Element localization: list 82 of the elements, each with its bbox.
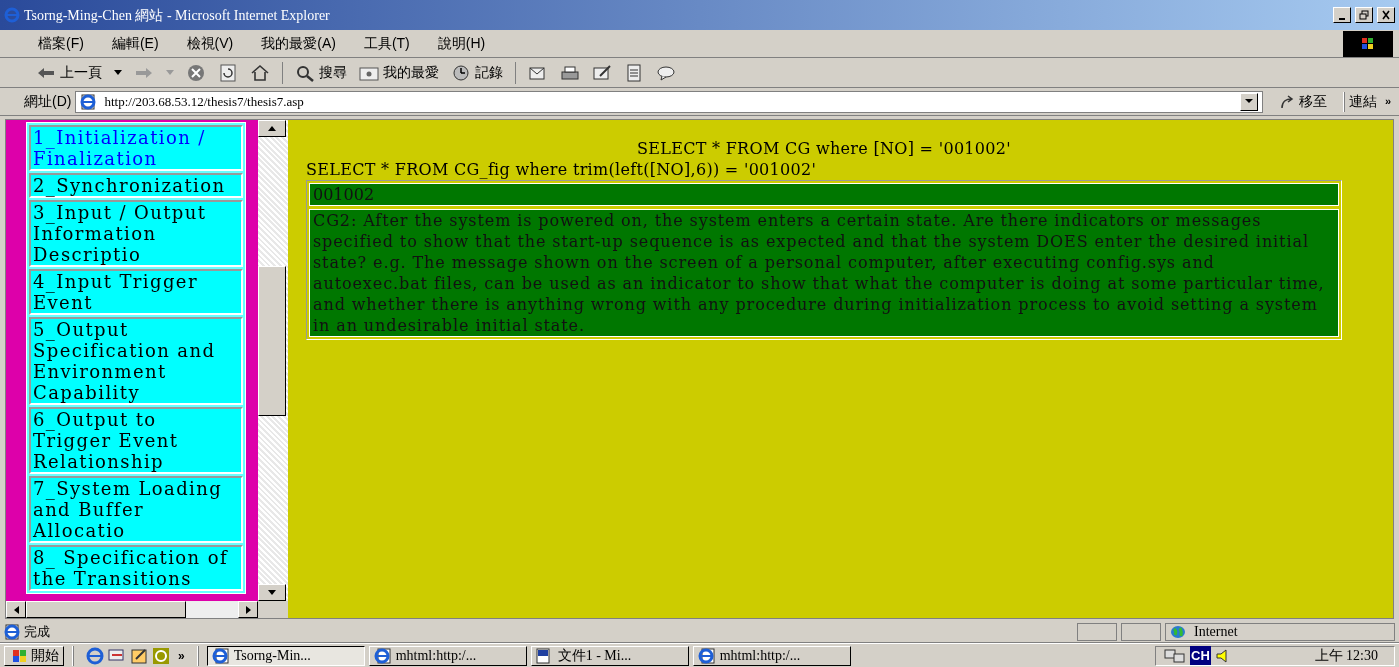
sidebar-link[interactable]: 5_Output Specification and Environment Capability — [29, 317, 243, 405]
close-button[interactable] — [1377, 7, 1395, 23]
table-cell: 001002 — [309, 183, 1339, 206]
ie-page-icon — [211, 647, 230, 664]
sidebar-link[interactable]: 1_Initialization / Finalization — [29, 125, 243, 171]
dropdown-caret-icon[interactable] — [114, 69, 122, 76]
taskbar-button[interactable]: Tsorng-Min... — [206, 645, 365, 666]
refresh-button[interactable] — [218, 63, 238, 82]
menu-item[interactable]: 檔案(F) — [38, 33, 84, 54]
language-indicator[interactable]: CH — [1190, 645, 1211, 666]
address-label: 網址(D) — [24, 92, 72, 111]
curved-arrow-icon — [1278, 94, 1295, 109]
restore-icon — [1359, 10, 1369, 20]
sidebar-link[interactable]: 8_ Specification of the Transitions — [29, 545, 243, 591]
ie-page-icon — [697, 647, 716, 664]
window-title: Tsorng-Ming-Chen 網站 - Microsoft Internet Explorer — [24, 6, 331, 25]
more-links-button[interactable]: » — [1384, 93, 1399, 110]
sql-query: SELECT * FROM CG where [NO] = '001002' — [636, 138, 1012, 159]
menu-item[interactable]: 說明(H) — [437, 33, 486, 54]
ie-page-icon — [373, 647, 392, 664]
printer-icon — [560, 63, 580, 82]
dropdown-button[interactable] — [1239, 92, 1258, 111]
search-button[interactable]: 搜尋 — [295, 62, 347, 83]
stop-icon — [186, 63, 206, 82]
zone-text: Internet — [1194, 623, 1238, 641]
favorites-button[interactable]: 我的最愛 — [359, 62, 439, 83]
links-label[interactable]: 連結 — [1348, 91, 1381, 112]
scrollbar-corner — [258, 601, 288, 618]
horizontal-scrollbar[interactable] — [6, 601, 288, 618]
address-field[interactable]: http://203.68.53.12/thesis7/thesis7.asp — [75, 90, 1263, 113]
sidebar-link[interactable]: 2_Synchronization — [29, 173, 243, 198]
network-computers-icon[interactable] — [1164, 647, 1186, 664]
vertical-scrollbar[interactable] — [258, 120, 288, 601]
scroll-down-icon[interactable] — [268, 590, 276, 595]
edit-icon — [592, 63, 612, 82]
menu-item[interactable]: 工具(T) — [363, 33, 410, 54]
sql-query: SELECT * FROM CG_fig where trim(left([NO],6)) = '001002' — [306, 159, 818, 180]
minimize-icon — [1339, 17, 1345, 20]
notepad-icon[interactable] — [130, 646, 148, 665]
go-button[interactable]: 移至 — [1266, 91, 1339, 112]
restore-button[interactable] — [1355, 7, 1373, 23]
taskbar-button[interactable]: mhtml:http:/... — [368, 645, 527, 666]
sidebar-link[interactable]: 6_Output to Trigger Event Relationship — [29, 407, 243, 474]
menu-item[interactable]: 編輯(E) — [111, 33, 159, 54]
home-button[interactable] — [250, 63, 270, 82]
speech-bubble-icon — [656, 63, 676, 82]
sidebar-link[interactable]: 7_System Loading and Buffer Allocatio — [29, 476, 243, 543]
status-text: 完成 — [24, 622, 51, 641]
table-cell: CG2: After the system is powered on, the system enters a certain state. Are there indicators or messages specified to show that the start-up sequence is as expected and that the system DOES enter the desired initial state? e.g. The message shown on the screen of a personal computer, after executing config.sys and autoexec.bat files, can be used as an indicator to show that what the computer is doing at some particular time, and whether there is anything wrong with any procedure during initialization process to avoid setting a system in an undesirable initial state. — [309, 209, 1339, 337]
address-text: http://203.68.53.12/thesis7/thesis7.asp — [104, 92, 304, 111]
search-icon — [295, 63, 315, 82]
page-icon — [80, 93, 97, 110]
stop-button[interactable] — [186, 63, 206, 82]
caret-icon — [1244, 99, 1253, 104]
scroll-left-icon[interactable] — [13, 605, 19, 614]
clock-text: 上午 12:30 — [1314, 647, 1379, 665]
minimize-button[interactable] — [1333, 7, 1351, 23]
menu-item[interactable]: 我的最愛(A) — [261, 33, 336, 54]
sidebar-link[interactable]: 4_Input Trigger Event — [29, 269, 243, 315]
start-button[interactable]: 開始 — [4, 645, 64, 666]
sidebar-link[interactable]: 3_Input / Output Information Descriptio — [29, 200, 243, 267]
more-button[interactable]: » — [174, 646, 189, 665]
home-icon — [250, 63, 270, 82]
taskbar-button[interactable]: mhtml:http:/... — [692, 645, 851, 666]
document-icon — [624, 63, 644, 82]
back-button[interactable]: 上一頁 — [36, 62, 102, 83]
close-icon — [1381, 10, 1391, 20]
page-icon — [4, 623, 20, 640]
scroll-up-icon[interactable] — [268, 126, 276, 131]
refresh-icon — [218, 63, 238, 82]
edit-button[interactable] — [592, 63, 612, 82]
ie-logo-icon — [4, 7, 20, 23]
menu-item[interactable]: 檢視(V) — [186, 33, 234, 54]
scroll-right-icon[interactable] — [245, 605, 251, 614]
history-button[interactable]: 記錄 — [451, 62, 503, 83]
messenger-button[interactable] — [656, 63, 676, 82]
print-button[interactable] — [560, 63, 580, 82]
windows-logo-icon — [1343, 30, 1393, 57]
ie-logo-icon[interactable] — [86, 646, 104, 665]
taskbar-button[interactable]: 文件1 - Mi... — [530, 645, 689, 666]
discuss-button[interactable] — [624, 63, 644, 82]
globe-icon — [1170, 624, 1186, 639]
